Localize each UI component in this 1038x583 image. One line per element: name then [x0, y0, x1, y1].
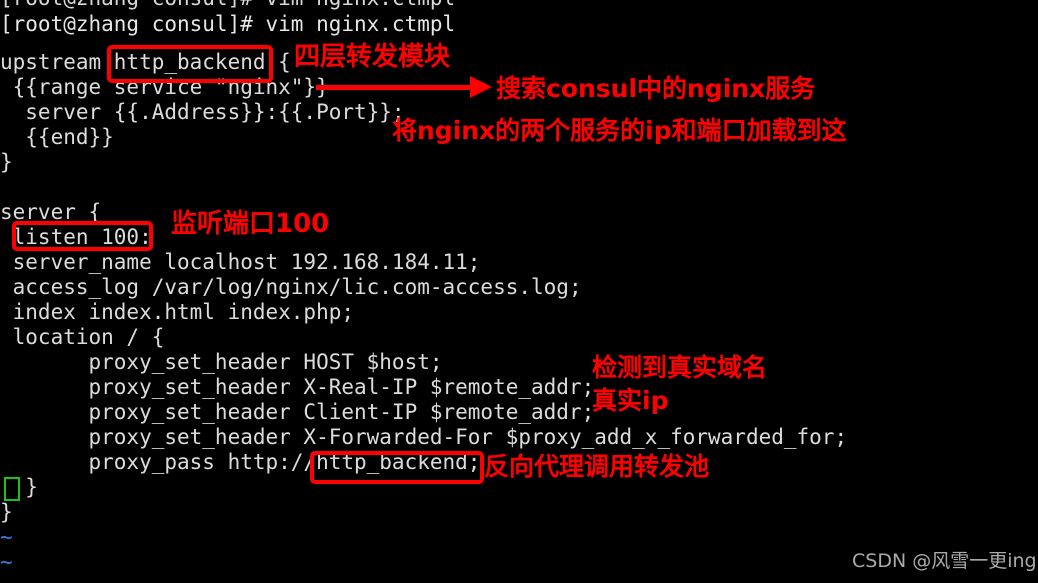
- annotation-listen-port: 监听端口100: [171, 209, 330, 239]
- annotation-arrow-shaft: [316, 85, 474, 90]
- code-line-access-log: access_log /var/log/nginx/lic.com-access…: [0, 275, 582, 299]
- annotation-real-ip: 真实ip: [592, 386, 669, 415]
- terminal-window: [root@zhang consul]# vim nginx.ctmpl [ro…: [0, 0, 1038, 583]
- annotation-arrow-head: [470, 76, 492, 98]
- code-line-listen: listen 100:: [0, 225, 152, 249]
- code-line-location: location / {: [0, 325, 165, 349]
- csdn-watermark: CSDN @风雪一更ing: [852, 550, 1037, 572]
- code-line-header-x-forwarded: proxy_set_header X-Forwarded-For $proxy_…: [0, 425, 848, 449]
- annotation-layer4-module: 四层转发模块: [294, 42, 451, 72]
- code-line-server-close: }: [0, 500, 13, 524]
- vim-block-cursor: [4, 477, 20, 501]
- code-line-header-x-real-ip: proxy_set_header X-Real-IP $remote_addr;: [0, 375, 595, 399]
- shell-prompt-line: [root@zhang consul]# vim nginx.ctmpl: [0, 12, 456, 36]
- code-line-header-client-ip: proxy_set_header Client-IP $remote_addr;: [0, 400, 595, 424]
- code-line-index: index index.html index.php;: [0, 300, 355, 324]
- code-line-server-name: server_name localhost 192.168.184.11;: [0, 250, 481, 274]
- annotation-load-ip-port: 将nginx的两个服务的ip和端口加载到这: [392, 116, 847, 145]
- annotation-reverse-proxy-pool: 反向代理调用转发池: [484, 452, 710, 481]
- code-line-upstream: upstream http_backend {: [0, 50, 291, 74]
- code-line-upstream-close: }: [0, 150, 13, 174]
- annotation-real-domain: 检测到真实域名: [592, 353, 768, 382]
- code-line-server-open: server {: [0, 200, 102, 224]
- code-line-header-host: proxy_set_header HOST $host;: [0, 350, 443, 374]
- annotation-search-consul: 搜索consul中的nginx服务: [496, 74, 816, 103]
